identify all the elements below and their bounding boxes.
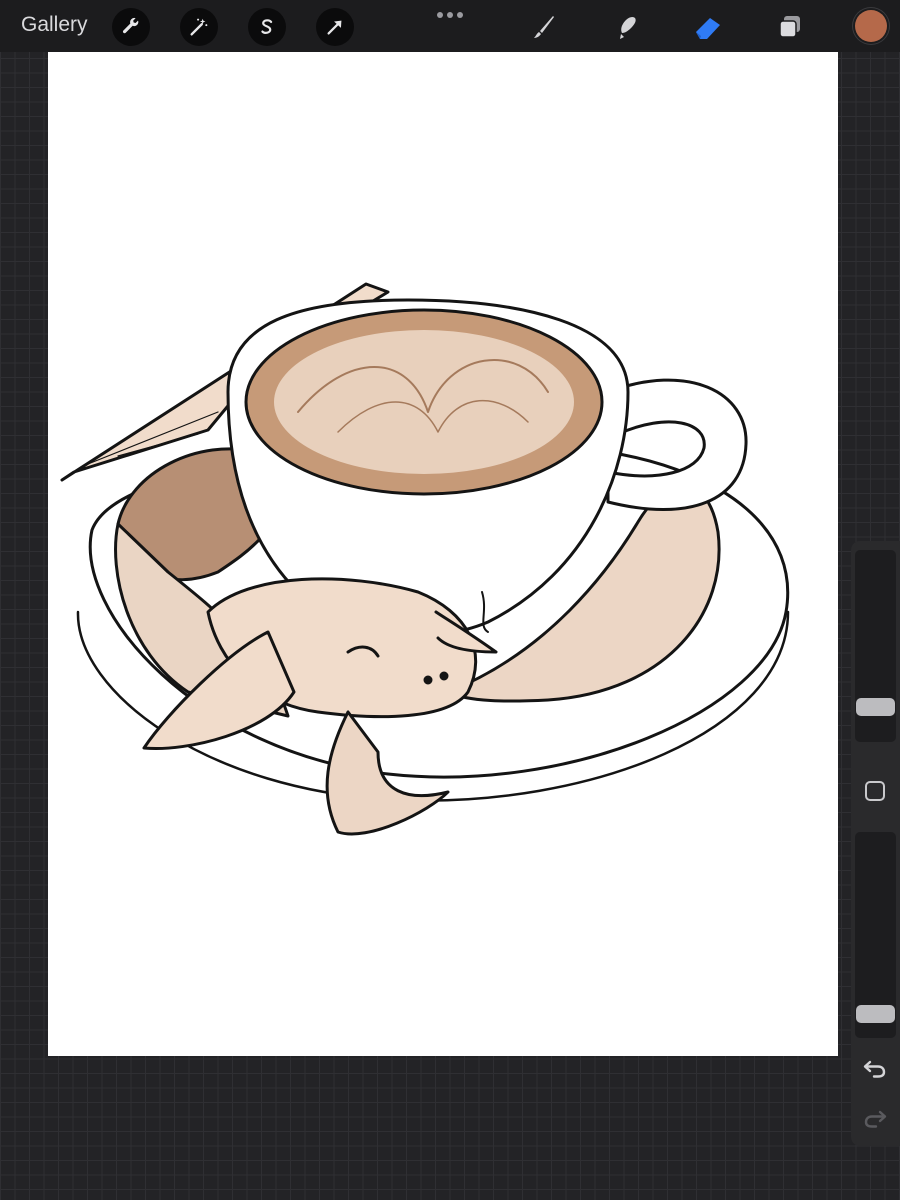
- brush-size-thumb[interactable]: [856, 697, 895, 716]
- color-picker-button[interactable]: [855, 10, 887, 42]
- drawing-canvas[interactable]: [48, 52, 838, 1056]
- brush-icon: [534, 16, 554, 38]
- layers-button[interactable]: [771, 8, 809, 46]
- eraser-button[interactable]: [689, 8, 727, 46]
- more-options-button[interactable]: [437, 12, 465, 18]
- redo-arrow-icon: [864, 1110, 887, 1128]
- redo-button[interactable]: [862, 1106, 888, 1130]
- dot-icon: [437, 12, 443, 18]
- undo-button[interactable]: [862, 1056, 888, 1080]
- opacity-thumb[interactable]: [856, 1004, 895, 1023]
- top-toolbar: Gallery: [0, 0, 900, 52]
- layers-icon: [779, 16, 800, 38]
- brush-button[interactable]: [524, 8, 562, 46]
- adjustments-button[interactable]: [180, 8, 218, 46]
- wrench-icon: [122, 17, 139, 34]
- smudge-button[interactable]: [606, 8, 644, 46]
- smudge-icon: [620, 16, 636, 39]
- selection-icon: [261, 19, 273, 34]
- transform-button[interactable]: [316, 8, 354, 46]
- dragon-latte-illustration: [60, 282, 790, 836]
- eraser-icon: [696, 18, 720, 39]
- dot-icon: [447, 12, 453, 18]
- gallery-button[interactable]: Gallery: [21, 13, 88, 37]
- modify-button[interactable]: [865, 781, 885, 801]
- magic-wand-icon: [190, 18, 208, 36]
- undo-arrow-icon: [863, 1060, 886, 1078]
- actions-button[interactable]: [112, 8, 150, 46]
- dot-icon: [457, 12, 463, 18]
- transform-arrow-icon: [327, 20, 342, 35]
- selection-button[interactable]: [248, 8, 286, 46]
